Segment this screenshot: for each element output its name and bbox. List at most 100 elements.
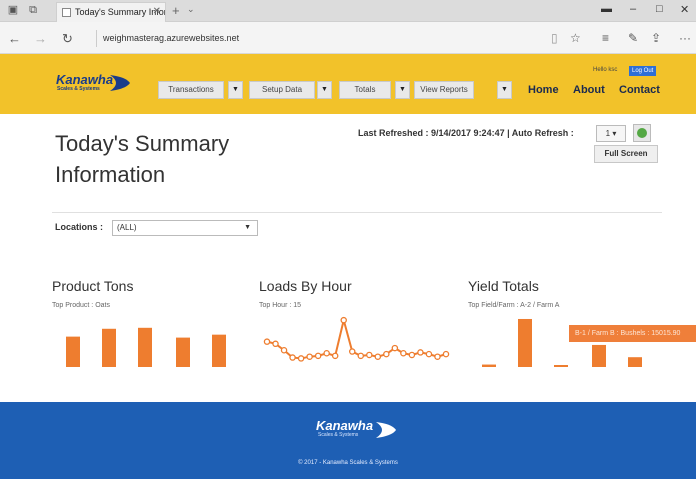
window-menu-icon[interactable]: ▬ bbox=[601, 3, 612, 15]
company-logo[interactable]: Kanawha Scales & Systems bbox=[50, 69, 132, 97]
browser-tab-bar: ▣ ⧉ Today's Summary Inforr ✕ + ⌄ ▬ – □ ✕ bbox=[0, 0, 696, 22]
menu-setup-data-dropdown[interactable]: ▼ bbox=[317, 81, 332, 99]
url-field[interactable]: weighmasterag.azurewebsites.net bbox=[96, 30, 536, 47]
full-screen-button[interactable]: Full Screen bbox=[594, 145, 658, 163]
divider bbox=[52, 212, 662, 213]
chart-point bbox=[383, 350, 390, 358]
locations-value: (ALL) bbox=[117, 223, 137, 232]
refresh-status-icon bbox=[637, 128, 647, 138]
chart-bar bbox=[212, 334, 226, 367]
loads-by-hour-subtitle: Top Hour : 15 bbox=[259, 302, 302, 309]
chart-point bbox=[306, 353, 313, 360]
nav-home-link[interactable]: Home bbox=[528, 84, 559, 96]
copyright-text: © 2017 - Kanawha Scales & Systems bbox=[298, 460, 398, 466]
chart-point bbox=[425, 350, 433, 358]
reading-view-icon[interactable]: ▯ bbox=[551, 31, 558, 45]
browser-tab[interactable]: Today's Summary Inforr ✕ bbox=[56, 2, 166, 22]
more-icon[interactable]: ··· bbox=[679, 31, 691, 45]
page-favicon-icon bbox=[62, 8, 71, 17]
close-window-icon[interactable]: ✕ bbox=[680, 3, 689, 16]
tab-actions-icon[interactable]: ▣ bbox=[6, 3, 20, 17]
last-refreshed-text: Last Refreshed : 9/14/2017 9:24:47 | Aut… bbox=[358, 128, 574, 138]
logo-swoosh-icon bbox=[376, 422, 396, 438]
share-icon[interactable]: ⇪ bbox=[651, 31, 661, 45]
page-title: Today's Summary Information bbox=[55, 131, 230, 187]
chart-point bbox=[408, 351, 416, 359]
auto-refresh-value: 1 bbox=[605, 129, 611, 138]
product-tons-chart bbox=[66, 327, 226, 367]
chevron-down-icon[interactable]: ⌄ bbox=[187, 4, 195, 15]
chart-point bbox=[391, 344, 399, 352]
chart-point bbox=[348, 348, 356, 355]
back-arrow-icon[interactable]: ← bbox=[8, 31, 21, 46]
site-header: Kanawha Scales & Systems Transactions ▼ … bbox=[0, 54, 696, 114]
product-tons-title: Product Tons bbox=[52, 278, 134, 294]
chart-point bbox=[331, 352, 339, 360]
chart-bar bbox=[554, 365, 568, 367]
menu-transactions[interactable]: Transactions bbox=[158, 81, 224, 99]
footer-logo-subtitle: Scales & Systems bbox=[318, 432, 359, 438]
chart-point bbox=[280, 347, 288, 354]
chart-bar bbox=[102, 328, 116, 367]
chart-bar bbox=[628, 357, 642, 367]
new-tab-icon[interactable]: + bbox=[172, 3, 180, 18]
logo-subtitle: Scales & Systems bbox=[57, 86, 100, 92]
chart-point bbox=[314, 352, 322, 360]
chart-tooltip: B-1 / Farm B : Bushels : 15015.90 bbox=[569, 325, 696, 342]
maximize-icon[interactable]: □ bbox=[656, 3, 663, 15]
chart-bar bbox=[176, 337, 190, 367]
pen-icon[interactable]: ✎ bbox=[628, 31, 638, 45]
loads-by-hour-title: Loads By Hour bbox=[259, 278, 352, 294]
menu-view-reports[interactable]: View Reports bbox=[414, 81, 474, 99]
chart-point bbox=[272, 340, 279, 348]
loads-by-hour-chart bbox=[263, 316, 450, 362]
chart-bar bbox=[592, 344, 606, 367]
product-tons-subtitle: Top Product : Oats bbox=[52, 302, 110, 309]
logout-button[interactable]: Log Out bbox=[629, 66, 657, 76]
logo-text: Kanawha bbox=[56, 72, 114, 87]
tabs-preview-icon[interactable]: ⧉ bbox=[26, 3, 40, 17]
address-bar: ← → ↻ weighmasterag.azurewebsites.net ▯ … bbox=[0, 22, 696, 54]
chart-point bbox=[366, 351, 373, 359]
chart-point bbox=[417, 349, 424, 356]
chart-bar bbox=[66, 336, 80, 367]
hub-icon[interactable]: ≡ bbox=[602, 31, 609, 45]
extra-menu-dropdown[interactable]: ▼ bbox=[497, 81, 512, 99]
minimize-icon[interactable]: – bbox=[630, 3, 636, 15]
nav-contact-link[interactable]: Contact bbox=[619, 84, 660, 96]
favorite-star-icon[interactable]: ☆ bbox=[570, 31, 581, 45]
chart-point bbox=[289, 354, 296, 361]
chevron-down-icon: ▼ bbox=[244, 224, 251, 231]
hello-user-text: Hello ksc bbox=[593, 67, 618, 73]
locations-select[interactable]: (ALL) ▼ bbox=[112, 220, 258, 236]
yield-totals-title: Yield Totals bbox=[468, 278, 539, 294]
chart-point bbox=[340, 316, 347, 324]
forward-arrow-icon[interactable]: → bbox=[34, 31, 47, 46]
chart-point bbox=[263, 338, 271, 345]
close-tab-icon[interactable]: ✕ bbox=[153, 3, 161, 21]
chart-point bbox=[297, 355, 305, 362]
logo-swoosh-icon bbox=[110, 75, 130, 91]
menu-transactions-dropdown[interactable]: ▼ bbox=[228, 81, 243, 99]
menu-totals-dropdown[interactable]: ▼ bbox=[395, 81, 410, 99]
refresh-icon[interactable]: ↻ bbox=[62, 31, 73, 47]
footer-logo-text: Kanawha bbox=[316, 418, 374, 433]
chart-point bbox=[323, 350, 330, 357]
chart-bar bbox=[482, 364, 496, 367]
chart-point bbox=[400, 350, 407, 357]
chart-bar bbox=[138, 327, 152, 367]
menu-setup-data[interactable]: Setup Data bbox=[249, 81, 315, 99]
refresh-now-button[interactable] bbox=[633, 124, 651, 142]
yield-totals-subtitle: Top Field/Farm : A-2 / Farm A bbox=[468, 302, 560, 309]
chart-point bbox=[374, 353, 382, 360]
site-footer: Kanawha Scales & Systems © 2017 - Kanawh… bbox=[0, 402, 696, 479]
chart-point bbox=[434, 353, 441, 360]
auto-refresh-select[interactable]: 1 ▾ bbox=[596, 125, 626, 142]
menu-totals[interactable]: Totals bbox=[339, 81, 391, 99]
chart-bar bbox=[518, 318, 532, 367]
footer-logo[interactable]: Kanawha Scales & Systems bbox=[310, 414, 400, 444]
chart-point bbox=[442, 350, 450, 358]
locations-label: Locations : bbox=[55, 222, 104, 232]
chart-point bbox=[357, 352, 365, 360]
nav-about-link[interactable]: About bbox=[573, 84, 605, 96]
